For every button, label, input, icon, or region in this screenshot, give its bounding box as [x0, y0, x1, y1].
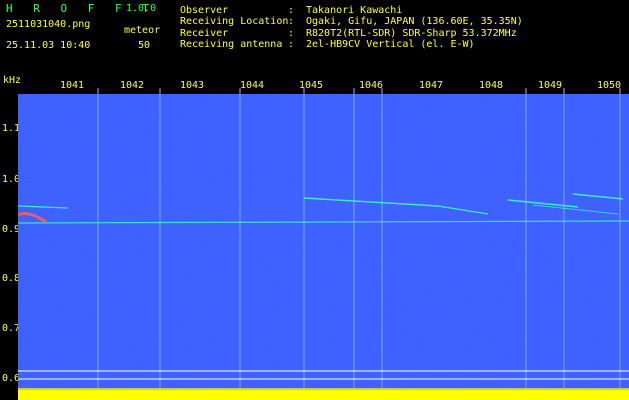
meteor-count: 50 [138, 40, 151, 51]
info-colon: : [288, 16, 295, 27]
meteor-label: meteor [124, 25, 161, 36]
info-key-observer: Observer [180, 5, 229, 16]
top-band [18, 88, 629, 94]
info-value-antenna: 2el-HB9CV Vertical (el. E-W) [306, 39, 475, 50]
info-key-antenna: Receiving antenna [180, 39, 283, 50]
spectrogram-plot [18, 88, 629, 400]
info-key-receiver: Receiver [180, 28, 229, 39]
info-colon: : [288, 28, 295, 39]
info-colon: : [288, 39, 295, 50]
info-value-receiver: R820T2(RTL-SDR) SDR-Sharp 53.372MHz [306, 28, 517, 39]
info-colon: : [288, 5, 295, 16]
info-value-location: Ogaki, Gifu, JAPAN (136.60E, 35.35N) [306, 16, 523, 27]
unit-label: kHz [3, 75, 22, 86]
signal-level-meter [18, 388, 629, 391]
info-key-location: Receiving Location [180, 16, 289, 27]
info-value-observer: Takanori Kawachi [306, 5, 403, 16]
hrofft-window: H R O F F T 1.0.0 2511031040.png 25.11.0… [0, 0, 629, 400]
signal-level-meter [18, 390, 629, 400]
timestamp: 25.11.03 10:40 [6, 40, 91, 51]
app-version: 1.0.0 [126, 3, 157, 14]
image-filename: 2511031040.png [6, 19, 91, 30]
noise-background [18, 88, 629, 400]
